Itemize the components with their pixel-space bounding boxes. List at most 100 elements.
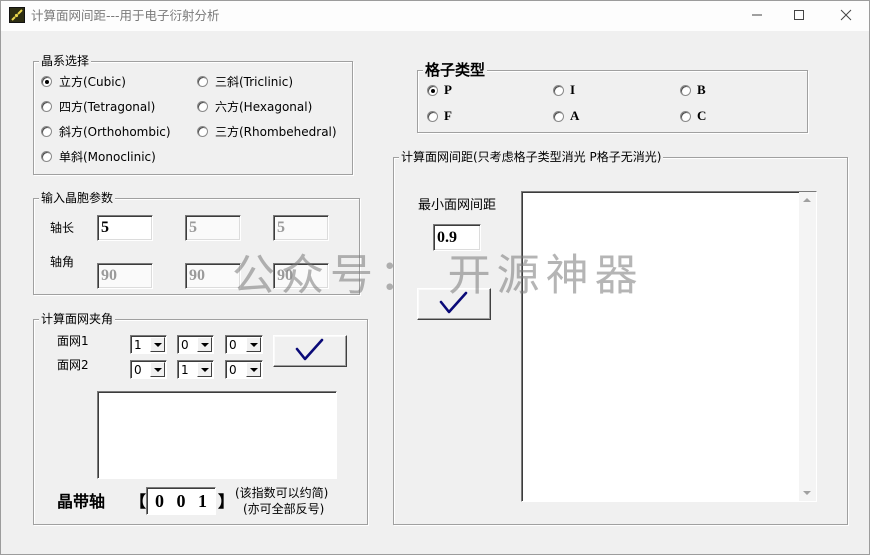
dropdown-arrow-icon[interactable] [246, 337, 261, 352]
radio-label: 立方(Cubic) [59, 74, 126, 89]
close-icon [840, 9, 852, 21]
radio-indicator [553, 84, 564, 96]
close-button[interactable] [823, 0, 869, 30]
radio-indicator [680, 84, 691, 96]
calc-spacing-button[interactable] [417, 288, 491, 320]
radio-hexagonal[interactable]: 六方(Hexagonal) [197, 98, 312, 114]
radio-triclinic[interactable]: 三斜(Triclinic) [197, 73, 293, 89]
radio-label: 三方(Rhombehedral) [215, 124, 337, 139]
radio-label: F [444, 108, 452, 123]
plane2-k-select[interactable]: 1 [177, 360, 214, 379]
radio-indicator [197, 100, 208, 112]
radio-indicator [680, 110, 691, 122]
radio-lattice-c[interactable]: C [680, 108, 706, 124]
radio-lattice-i[interactable]: I [553, 82, 575, 98]
dropdown-arrow-icon[interactable] [150, 362, 165, 377]
radio-label: 单斜(Monoclinic) [59, 149, 156, 164]
select-value: 0 [181, 338, 189, 352]
radio-label: 三斜(Triclinic) [215, 74, 294, 89]
axis-angle-label: 轴角 [50, 255, 75, 269]
select-value: 1 [181, 363, 189, 377]
angle-result-text[interactable] [99, 393, 335, 477]
radio-label: P [444, 82, 452, 97]
plane2-l-select[interactable]: 0 [225, 360, 263, 379]
dropdown-arrow-icon[interactable] [246, 362, 261, 377]
plane2-h-select[interactable]: 0 [130, 360, 167, 379]
radio-indicator [197, 125, 208, 137]
vertical-scrollbar[interactable] [799, 192, 816, 501]
spacing-result-box[interactable] [521, 191, 817, 502]
radio-lattice-b[interactable]: B [680, 82, 706, 98]
checkmark-icon [295, 338, 324, 361]
maximize-button[interactable] [776, 0, 822, 30]
plane1-l-select[interactable]: 0 [225, 335, 263, 354]
zone-axis-label: 晶带轴 [57, 492, 106, 511]
axis-length-b-input [185, 215, 241, 241]
app-icon [9, 7, 25, 23]
title-bar[interactable]: 计算面网间距---用于电子衍射分析 [0, 0, 870, 31]
dropdown-arrow-icon[interactable] [197, 362, 212, 377]
scroll-down-arrow-icon[interactable] [803, 491, 811, 495]
select-value: 0 [229, 338, 237, 352]
zone-axis-note-reversible: (亦可全部反号) [243, 502, 325, 516]
zone-axis-bracket-close: 】 [218, 492, 235, 511]
radio-indicator [197, 75, 208, 87]
window-title: 计算面网间距---用于电子衍射分析 [31, 8, 220, 23]
axis-length-a-input[interactable] [97, 215, 153, 241]
radio-indicator [427, 110, 438, 122]
min-spacing-label: 最小面网间距 [418, 198, 497, 213]
spacing-result-text[interactable] [523, 193, 799, 500]
min-spacing-input[interactable] [433, 224, 481, 251]
plane1-k-select[interactable]: 0 [177, 335, 214, 354]
radio-label: I [570, 82, 576, 97]
axis-angle-beta-input [185, 263, 241, 289]
angle-result-box[interactable] [97, 391, 337, 479]
lattice-type-title: 格子类型 [423, 61, 488, 79]
radio-tetragonal[interactable]: 四方(Tetragonal) [41, 98, 155, 114]
radio-label: 六方(Hexagonal) [215, 99, 313, 114]
zone-axis-value: 0 0 1 [155, 490, 211, 511]
plane1-label: 面网1 [57, 334, 89, 348]
select-value: 0 [229, 363, 237, 377]
interplanar-spacing-title: 计算面网间距(只考虑格子类型消光 P格子无消光) [399, 150, 664, 164]
plane1-h-select[interactable]: 1 [130, 335, 167, 354]
zone-axis-output: 0 0 1 [146, 487, 216, 515]
crystal-system-title: 晶系选择 [39, 54, 92, 68]
scroll-up-arrow-icon[interactable] [803, 198, 811, 202]
select-value: 1 [134, 338, 142, 352]
radio-lattice-p[interactable]: P [427, 82, 452, 98]
radio-label: A [570, 108, 580, 123]
radio-label: 四方(Tetragonal) [59, 99, 156, 114]
axis-angle-alpha-input [97, 263, 153, 289]
select-value: 0 [134, 363, 142, 377]
radio-lattice-f[interactable]: F [427, 108, 452, 124]
zone-axis-bracket-open: 【 [130, 492, 147, 511]
dropdown-arrow-icon[interactable] [150, 337, 165, 352]
cell-params-title: 输入晶胞参数 [39, 191, 116, 205]
lattice-type-group: 格子类型 [417, 61, 808, 133]
axis-length-c-input [273, 215, 329, 241]
radio-lattice-a[interactable]: A [553, 108, 579, 124]
radio-indicator [41, 150, 52, 162]
radio-rhombohedral[interactable]: 三方(Rhombehedral) [197, 123, 337, 139]
axis-length-label: 轴长 [50, 221, 75, 235]
plane2-label: 面网2 [57, 358, 89, 372]
radio-indicator [427, 84, 438, 96]
radio-label: B [697, 82, 706, 97]
radio-label: 斜方(Orthohombic) [59, 124, 171, 139]
radio-indicator [41, 125, 52, 137]
radio-orthorhombic[interactable]: 斜方(Orthohombic) [41, 123, 171, 139]
radio-cubic[interactable]: 立方(Cubic) [41, 73, 126, 89]
interplanar-angle-title: 计算面网夹角 [39, 312, 116, 326]
radio-indicator [553, 110, 564, 122]
radio-indicator [41, 75, 52, 87]
axis-angle-gamma-input [273, 263, 329, 289]
calc-angle-button[interactable] [273, 335, 347, 367]
zone-axis-note-reducible: (该指数可以约简) [235, 486, 329, 500]
radio-label: C [697, 108, 707, 123]
minimize-button[interactable] [734, 0, 780, 30]
radio-monoclinic[interactable]: 单斜(Monoclinic) [41, 148, 156, 164]
radio-indicator [41, 100, 52, 112]
checkmark-icon [439, 291, 468, 314]
dropdown-arrow-icon[interactable] [197, 337, 212, 352]
